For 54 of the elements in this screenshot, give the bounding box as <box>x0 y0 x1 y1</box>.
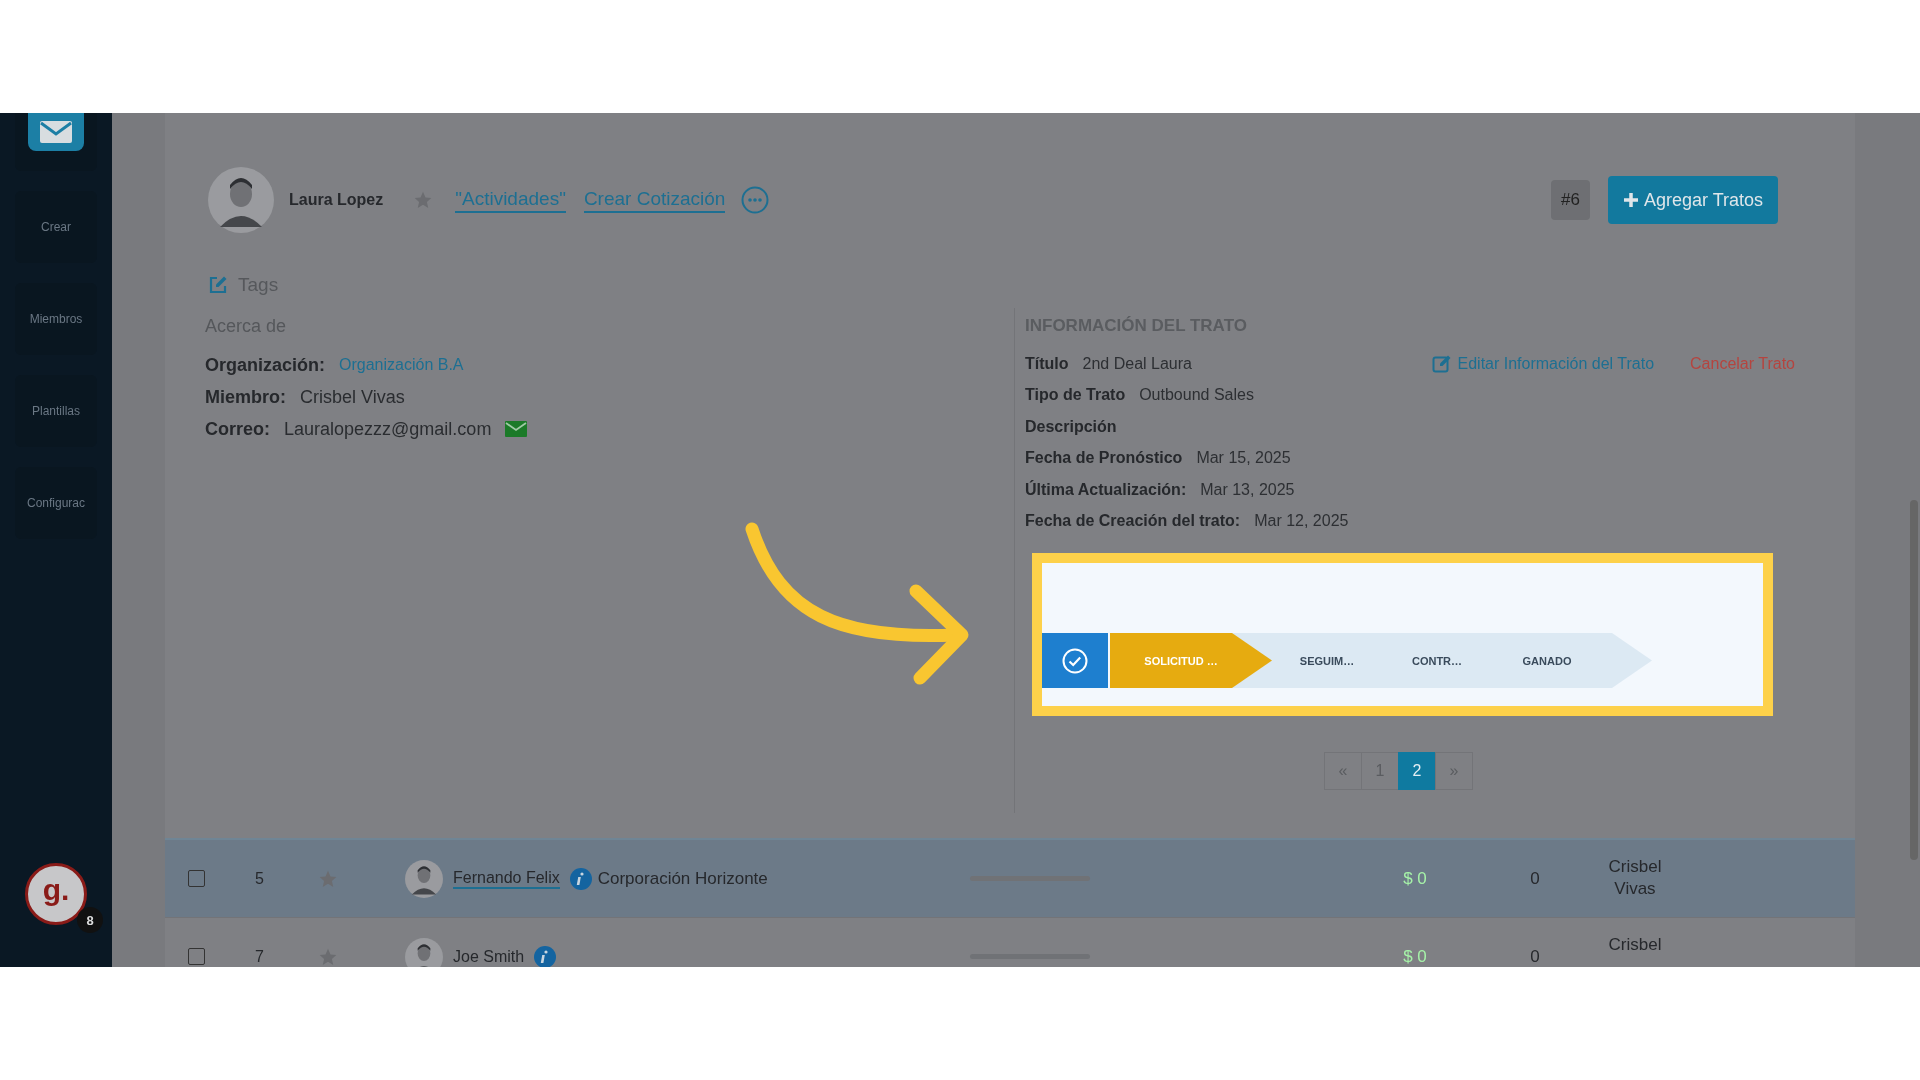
field-value: Mar 13, 2025 <box>1200 480 1295 499</box>
table-row[interactable]: 7 Joe Smith $ 0 0 Crisbel <box>165 918 1855 967</box>
row-checkbox[interactable] <box>188 870 205 887</box>
table-row[interactable]: 5 Fernando Felix Corporación Horizonte $ 0 0 Crisbel Vivas <box>165 840 1855 918</box>
member-name: Crisbel <box>1608 856 1662 878</box>
field-value: Mar 12, 2025 <box>1254 512 1349 531</box>
plus-icon <box>1622 192 1639 208</box>
avatar-icon <box>405 859 443 898</box>
member-name: Vivas <box>1614 878 1656 900</box>
field-value: Outbound Sales <box>1139 386 1254 405</box>
add-deals-button[interactable]: Agregar Tratos <box>1607 176 1778 224</box>
scrollbar-thumb[interactable] <box>1910 500 1918 860</box>
deal-amount: $ 0 <box>1402 868 1428 889</box>
check-icon[interactable] <box>1042 633 1108 688</box>
field-value: Mar 15, 2025 <box>1196 449 1291 468</box>
sidebar-item[interactable]: Configurac <box>15 467 97 539</box>
avatar-icon <box>208 167 274 233</box>
table-cell-text: 0 <box>1529 946 1541 967</box>
sidebar-item[interactable]: Crear <box>15 191 97 263</box>
notification-badge: 8 <box>77 907 103 933</box>
field-label: Descripción <box>1025 417 1117 436</box>
info-icon[interactable] <box>569 867 592 890</box>
table-cell-text: 0 <box>1529 868 1541 889</box>
mail-icon <box>39 120 73 144</box>
pipeline-stage[interactable]: GANADO <box>1492 633 1652 688</box>
field-value: Lauralopezzz@gmail.com <box>284 418 492 440</box>
field-value: Crisbel Vivas <box>300 386 405 408</box>
pipeline-stage[interactable]: CONTR… <box>1382 633 1492 688</box>
field-label: Tipo de Trato <box>1025 386 1126 405</box>
row-checkbox[interactable] <box>188 948 205 965</box>
mail-button[interactable] <box>28 113 84 151</box>
deal-amount: $ 0 <box>1402 946 1428 967</box>
field-label: Organización: <box>205 354 325 376</box>
contact-link[interactable]: Joe Smith <box>453 947 525 966</box>
member-name: Crisbel <box>1608 934 1662 956</box>
table-cell-text: 7 <box>255 947 265 966</box>
company-name: Corporación Horizonte <box>597 868 768 889</box>
field-label: Título <box>1025 354 1069 373</box>
sidebar-item[interactable]: Plantillas <box>15 375 97 447</box>
deal-number: #6 <box>1551 180 1590 220</box>
info-icon[interactable] <box>534 945 557 967</box>
page-button[interactable]: 2 <box>1398 752 1436 790</box>
field-label: Última Actualización: <box>1025 480 1187 499</box>
mail-icon[interactable] <box>505 421 528 437</box>
field-value: 2nd Deal Laura <box>1082 354 1192 373</box>
field-label: Correo: <box>205 418 270 440</box>
contact-link[interactable]: Fernando Felix <box>453 868 560 889</box>
field-label: Fecha de Creación del trato: <box>1025 512 1241 531</box>
account-avatar[interactable]: g. <box>25 863 87 925</box>
field-label: Fecha de Pronóstico <box>1025 449 1183 468</box>
contact-name: Laura Lopez <box>289 191 384 209</box>
table-cell-text: 5 <box>255 869 265 888</box>
sidebar-item[interactable]: Miembros <box>15 283 97 355</box>
field-label: Miembro: <box>205 386 286 408</box>
